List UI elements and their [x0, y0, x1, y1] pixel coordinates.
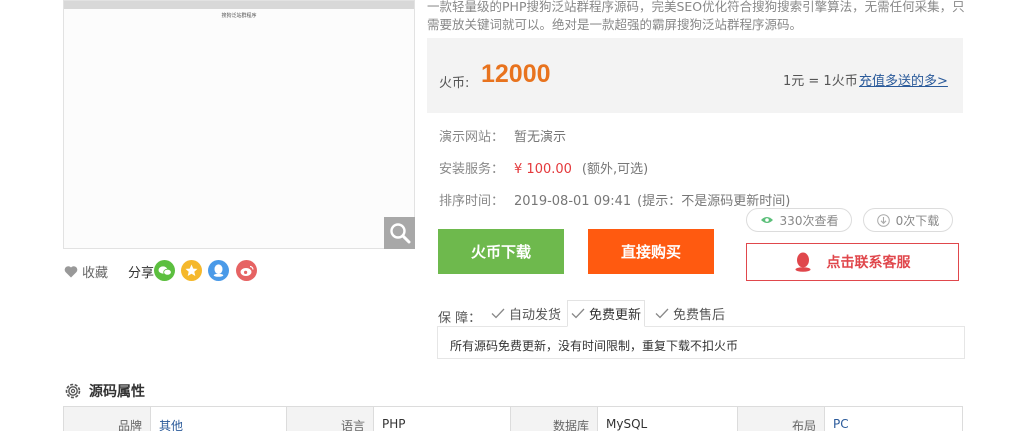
- guarantee-after-sales[interactable]: 免费售后: [652, 300, 728, 327]
- eye-icon: [760, 217, 773, 223]
- attr-value-link[interactable]: PC: [825, 407, 951, 431]
- guarantee-item-label: 自动发货: [509, 308, 562, 323]
- downloads-count: 0次下载: [895, 213, 940, 228]
- demo-site-value: 暂无演示: [514, 130, 567, 145]
- downloads-badge: 0次下载: [863, 208, 953, 232]
- gear-icon: [65, 383, 81, 399]
- contact-service-button[interactable]: 点击联系客服: [746, 243, 959, 281]
- sort-time-note: (提示：不是源码更新时间): [637, 194, 791, 209]
- check-icon: [491, 308, 505, 319]
- views-badge: 330次查看: [746, 208, 852, 232]
- install-service-price: ¥ 100.00: [514, 162, 572, 177]
- exchange-rate: 1元 = 1火币: [783, 74, 858, 89]
- product-description: 一款轻量级的PHP搜狗泛站群程序源码，完美SEO优化符合搜狗搜索引擎算法，无需任…: [427, 0, 965, 32]
- attributes-heading: 源码属性: [63, 381, 145, 401]
- attr-key: 语言: [287, 407, 374, 431]
- magnifier-icon: [389, 223, 410, 244]
- wechat-share-icon[interactable]: [154, 260, 175, 281]
- install-service-label: 安装服务：: [439, 162, 505, 177]
- attr-value: PHP: [374, 407, 511, 431]
- price-amount: 12000: [481, 60, 551, 88]
- sort-time-value: 2019-08-01 09:41: [514, 194, 632, 209]
- coin-download-button[interactable]: 火币下载: [438, 229, 564, 274]
- product-preview-image: 搜狗泛站群程序: [63, 0, 415, 249]
- recharge-link[interactable]: 充值多送的多>: [859, 70, 948, 89]
- guarantee-label: 保 障：: [438, 311, 482, 326]
- qzone-share-icon[interactable]: [181, 260, 202, 281]
- heart-icon: [64, 266, 78, 278]
- share-label: 分享: [128, 266, 155, 281]
- attr-value: MySQL: [598, 407, 738, 431]
- attr-value-link[interactable]: 其他: [151, 407, 287, 431]
- guarantee-item-label: 免费更新: [589, 308, 642, 323]
- install-service-note: (额外,可选): [581, 162, 649, 177]
- download-icon: [876, 213, 890, 227]
- zoom-button[interactable]: [384, 217, 415, 249]
- check-icon: [655, 308, 669, 319]
- price-box: 火币: 12000 1元 = 1火币 充值多送的多>: [427, 38, 963, 113]
- install-service-row: 安装服务： ¥ 100.00 (额外,可选): [439, 158, 648, 177]
- preview-topbar: [64, 1, 414, 9]
- views-count: 330次查看: [779, 213, 839, 228]
- attr-key: 数据库: [511, 407, 598, 431]
- sort-time-row: 排序时间： 2019-08-01 09:41 (提示：不是源码更新时间): [439, 190, 790, 209]
- favorite-label: 收藏: [82, 266, 109, 281]
- guarantee-panel: 所有源码免费更新，没有时间限制，重复下载不扣火币: [437, 326, 965, 359]
- qq-share-icon[interactable]: [208, 260, 229, 281]
- guarantee-item-label: 免费售后: [673, 308, 726, 323]
- guarantee-auto-delivery[interactable]: 自动发货: [488, 300, 564, 327]
- demo-site-label: 演示网站：: [439, 130, 505, 145]
- favorite-button[interactable]: 收藏: [64, 262, 108, 281]
- attributes-title: 源码属性: [89, 384, 145, 400]
- buy-now-button[interactable]: 直接购买: [588, 229, 714, 274]
- check-icon: [571, 308, 585, 319]
- qq-penguin-icon: [795, 252, 810, 272]
- contact-service-label: 点击联系客服: [826, 255, 911, 271]
- attr-key: 品牌: [64, 407, 151, 431]
- demo-site-row: 演示网站： 暂无演示: [439, 126, 566, 145]
- weibo-share-icon[interactable]: [236, 260, 257, 281]
- attributes-table: 品牌 其他 语言 PHP 数据库 MySQL 布局 PC: [63, 406, 963, 431]
- currency-label: 火币:: [439, 76, 470, 91]
- preview-caption: 搜狗泛站群程序: [221, 13, 257, 19]
- guarantee-free-update[interactable]: 免费更新: [567, 300, 646, 327]
- attr-key: 布局: [738, 407, 825, 431]
- sort-time-label: 排序时间：: [439, 194, 505, 209]
